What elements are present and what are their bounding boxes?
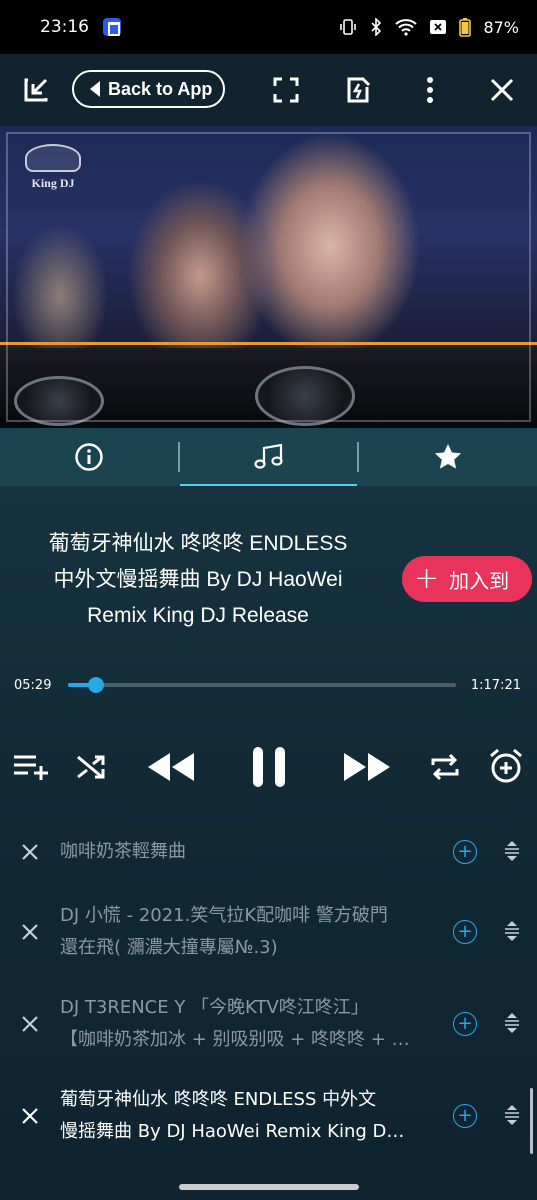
playlist-item-line: 【咖啡奶茶加冰 + 别吸别吸 + 咚咚咚 + … xyxy=(60,1029,410,1050)
status-bar: 23:16 87% xyxy=(0,0,537,54)
playlist-item-title: DJ 小慌 - 2021.笑气拉K配咖啡 警方破門 還在飛( 瀰濃大撞專屬№.3… xyxy=(60,900,448,964)
seek-bar[interactable] xyxy=(68,677,456,693)
music-note-icon xyxy=(253,443,283,469)
back-to-app-label: Back to App xyxy=(108,78,213,99)
remove-icon[interactable] xyxy=(18,1104,42,1128)
add-circle-icon[interactable]: + xyxy=(453,920,477,944)
add-circle-icon[interactable]: + xyxy=(453,840,477,864)
tab-info[interactable] xyxy=(0,428,178,486)
remove-icon[interactable] xyxy=(18,1012,42,1036)
total-time: 1:17:21 xyxy=(470,678,521,693)
song-title-line: 中外文慢摇舞曲 By DJ HaoWei xyxy=(53,568,343,591)
plus-icon: + xyxy=(414,561,440,596)
playlist-item-line: DJ T3RENCE Y 「今晚KTV咚江咚江」 xyxy=(60,997,369,1018)
sleep-timer-icon[interactable] xyxy=(486,746,526,786)
floating-window-icon[interactable] xyxy=(338,70,378,110)
add-circle-icon[interactable]: + xyxy=(453,1104,477,1128)
fullscreen-icon[interactable] xyxy=(266,70,306,110)
back-to-app-button[interactable]: Back to App xyxy=(72,70,225,108)
song-title-line: 葡萄牙神仙水 咚咚咚 ENDLESS xyxy=(48,532,348,555)
playlist-item[interactable]: DJ T3RENCE Y 「今晚KTV咚江咚江」 【咖啡奶茶加冰 + 别吸别吸 … xyxy=(0,978,537,1070)
app-notification-icon xyxy=(103,18,121,36)
song-title-line: Remix King DJ Release xyxy=(87,604,309,627)
add-to-label: 加入到 xyxy=(449,568,510,593)
king-dj-logo: King DJ xyxy=(14,144,92,202)
playlist-item[interactable]: DJ 小慌 - 2021.笑气拉K配咖啡 警方破門 還在飛( 瀰濃大撞專屬№.3… xyxy=(0,886,537,978)
pause-icon[interactable] xyxy=(246,744,292,790)
add-to-queue-icon[interactable] xyxy=(12,750,50,784)
playlist-item-title: 葡萄牙神仙水 咚咚咚 ENDLESS 中外文 慢摇舞曲 By DJ HaoWei… xyxy=(60,1084,448,1148)
shuffle-icon[interactable] xyxy=(74,750,108,784)
wifi-icon xyxy=(395,19,418,36)
battery-percent: 87% xyxy=(483,17,519,37)
bluetooth-icon xyxy=(371,18,382,36)
back-arrow-icon xyxy=(90,81,100,97)
playlist-item-title: DJ T3RENCE Y 「今晚KTV咚江咚江」 【咖啡奶茶加冰 + 别吸别吸 … xyxy=(60,992,448,1056)
scrollbar[interactable] xyxy=(530,1088,533,1154)
star-icon xyxy=(435,444,462,469)
playback-controls xyxy=(0,742,537,792)
tab-bar xyxy=(0,428,537,486)
logo-text: King DJ xyxy=(31,176,75,190)
playlist-item-line: 還在飛( 瀰濃大撞專屬№.3) xyxy=(60,937,278,958)
playlist-item-current[interactable]: 葡萄牙神仙水 咚咚咚 ENDLESS 中外文 慢摇舞曲 By DJ HaoWei… xyxy=(0,1070,537,1162)
playlist-item-line: 慢摇舞曲 By DJ HaoWei Remix King D… xyxy=(60,1121,405,1142)
more-options-icon[interactable] xyxy=(410,70,450,110)
close-icon[interactable] xyxy=(482,70,522,110)
status-time: 23:16 xyxy=(40,17,89,37)
song-title: 葡萄牙神仙水 咚咚咚 ENDLESS 中外文慢摇舞曲 By DJ HaoWei … xyxy=(20,526,376,634)
playlist-item-line: 咖啡奶茶輕舞曲 xyxy=(60,841,186,862)
tab-music[interactable] xyxy=(179,428,358,486)
battery-icon xyxy=(459,18,472,37)
drag-handle-icon[interactable] xyxy=(502,840,522,862)
home-indicator[interactable] xyxy=(179,1184,359,1190)
drag-handle-icon[interactable] xyxy=(502,1104,522,1126)
top-bar: Back to App xyxy=(0,54,537,126)
status-icons: 87% xyxy=(339,17,519,37)
playlist: 咖啡奶茶輕舞曲 + DJ 小慌 - 2021.笑气拉K配咖啡 警方破門 還在飛(… xyxy=(0,816,537,1162)
playlist-item-title: 咖啡奶茶輕舞曲 xyxy=(60,836,448,868)
minimize-icon[interactable] xyxy=(16,70,56,110)
drag-handle-icon[interactable] xyxy=(502,920,522,942)
now-playing-panel: 葡萄牙神仙水 咚咚咚 ENDLESS 中外文慢摇舞曲 By DJ HaoWei … xyxy=(0,486,537,1200)
playlist-item[interactable]: 咖啡奶茶輕舞曲 + xyxy=(0,816,537,886)
info-icon xyxy=(75,443,103,471)
data-saver-icon xyxy=(430,20,447,34)
current-time: 05:29 xyxy=(14,678,52,693)
rewind-icon[interactable] xyxy=(142,748,198,786)
video-player[interactable]: King DJ xyxy=(0,126,537,428)
drag-handle-icon[interactable] xyxy=(502,1012,522,1034)
fast-forward-icon[interactable] xyxy=(340,748,396,786)
playlist-item-line: DJ 小慌 - 2021.笑气拉K配咖啡 警方破門 xyxy=(60,905,388,926)
remove-icon[interactable] xyxy=(18,840,42,864)
seek-thumb[interactable] xyxy=(87,677,104,693)
playlist-item-line: 葡萄牙神仙水 咚咚咚 ENDLESS 中外文 xyxy=(60,1089,377,1110)
repeat-icon[interactable] xyxy=(426,750,464,784)
vibrate-icon xyxy=(340,19,357,35)
add-circle-icon[interactable]: + xyxy=(453,1012,477,1036)
remove-icon[interactable] xyxy=(18,920,42,944)
add-to-playlist-button[interactable]: + 加入到 xyxy=(402,556,532,602)
tab-favorites[interactable] xyxy=(359,428,537,486)
logo-emblem xyxy=(25,144,81,172)
